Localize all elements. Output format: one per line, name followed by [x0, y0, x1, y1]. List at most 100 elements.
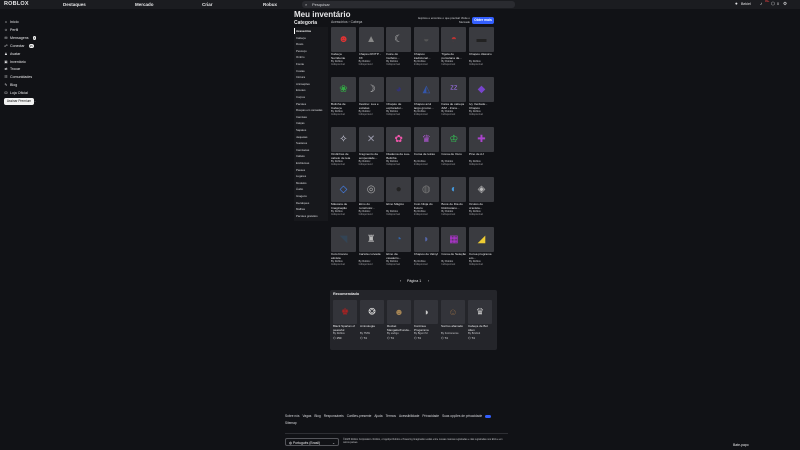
category-item[interactable]: Frente — [296, 62, 304, 66]
inventory-item-card[interactable]: ▬ Chapéu clássico By Roblox Indisponível — [469, 27, 494, 66]
item-name[interactable]: Chapéu ROTP - XX — [359, 53, 384, 60]
item-name[interactable]: Boné de Dia do Robloxiano... — [441, 203, 466, 210]
category-item[interactable]: Sapatos — [296, 128, 306, 132]
item-name[interactable]: Óculos de cravista... — [469, 203, 494, 210]
inventory-item-card[interactable]: ᶻᶻ Faixa de cabeça ZZZ - Zona... By Roblox… — [441, 77, 467, 116]
item-thumbnail[interactable]: ♔ — [441, 127, 467, 152]
premium-button[interactable]: Assinar Premium — [4, 98, 34, 105]
inventory-item-card[interactable]: ◒ Chapéu tradicional... By Roblox Indisponí… — [413, 27, 439, 66]
nav-link-destaques[interactable]: Destaques — [63, 2, 86, 7]
inventory-item-card[interactable]: ◓ Tigela de porcelana da... By Roblox Indis… — [441, 27, 467, 66]
robux-icon[interactable]: ⬡ — [771, 1, 775, 7]
inventory-item-card[interactable]: ◔ Elmo da cavaleiro... By Roblox Indisponív… — [386, 227, 412, 266]
item-name[interactable]: Cartola curvada — [359, 253, 384, 260]
item-name[interactable]: Elmo Mágico — [386, 203, 411, 210]
item-name[interactable]: Faixa de cabeça ZZZ - Zona... — [441, 103, 466, 110]
category-item[interactable]: Pacotes gratuitos — [296, 214, 318, 218]
sidebar-item-home[interactable]: ⌂ Início — [4, 20, 19, 24]
item-thumbnail[interactable]: ✧ — [331, 127, 356, 152]
item-thumbnail[interactable]: ◗ — [413, 227, 439, 252]
inventory-item-card[interactable]: ◎ Elmo do construtor... By Roblox Indisponí… — [358, 177, 384, 216]
recommended-thumbnail[interactable]: ◑ — [414, 300, 438, 324]
notifications-icon[interactable]: ♪ — [760, 1, 762, 6]
breadcrumb-head[interactable]: Cabeça — [351, 20, 363, 24]
recommended-thumbnail[interactable]: ☻ — [387, 300, 411, 324]
sidebar-item-profile[interactable]: ☺ Perfil — [4, 28, 18, 32]
sidebar-item-avatar[interactable]: ♟ Avatar — [4, 52, 20, 56]
item-name[interactable]: Coroa programa em... — [469, 253, 494, 260]
category-item[interactable]: Calças — [296, 121, 305, 125]
search-input[interactable]: Pesquisar — [312, 2, 330, 7]
item-thumbnail[interactable]: ᶻᶻ — [441, 77, 467, 102]
footer-link[interactable]: Blog — [314, 414, 320, 418]
item-name[interactable]: Coroa de Seleção — [441, 253, 466, 260]
inventory-item-card[interactable]: ♜ Cartola curvada By Roblox Indisponível — [358, 227, 384, 266]
nav-link-robux[interactable]: Robux — [263, 2, 277, 7]
search-bar[interactable]: ⌕ Pesquisar — [302, 1, 515, 8]
settings-gear-icon[interactable]: ⚙ — [783, 1, 787, 7]
item-name[interactable]: Cabeça Sorridente — [331, 53, 356, 60]
item-name[interactable]: Fragmento da tempestade... — [359, 153, 384, 160]
footer-link[interactable]: Termos — [386, 414, 396, 418]
item-name[interactable]: Chapéu de Valnyl — [414, 253, 439, 260]
recommended-thumbnail[interactable]: ♛ — [468, 300, 492, 324]
footer-link[interactable]: Acessibilidade — [399, 414, 419, 418]
inventory-item-card[interactable]: ◕ Chapéu de explorador... By Roblox Indispo… — [386, 77, 412, 116]
category-item[interactable]: Jaquetas — [296, 135, 307, 139]
get-more-button[interactable]: Obter mais — [472, 17, 494, 24]
inventory-item-card[interactable]: ◭ Chapéu azul largo gnomo... By Roblox Indi… — [413, 77, 439, 116]
category-item[interactable]: Emotes — [296, 88, 305, 92]
item-thumbnail[interactable]: ● — [386, 177, 412, 202]
item-name[interactable]: Bolinha de Cabeça — [331, 103, 356, 110]
footer-link[interactable]: Vagas — [303, 414, 312, 418]
recommended-item-name[interactable]: Cabeça de Bot Alien — [468, 325, 492, 332]
item-thumbnail[interactable]: ✿ — [386, 127, 412, 152]
item-thumbnail[interactable]: ☽ — [358, 77, 384, 102]
item-thumbnail[interactable]: ♛ — [413, 127, 439, 152]
item-thumbnail[interactable]: ◭ — [413, 77, 439, 102]
breadcrumb-accessories[interactable]: Acessórios — [331, 20, 348, 24]
category-item[interactable]: Passes — [296, 168, 305, 172]
sidebar-item-messages[interactable]: ✉ Mensagens 4 — [4, 35, 37, 40]
inventory-item-card[interactable]: ◢ Coroa programa em... By Roblox Indisponív… — [469, 227, 494, 266]
recommended-item-name[interactable]: Kontinua Progamma — [414, 325, 438, 332]
category-item[interactable]: Áudio — [296, 187, 303, 191]
inventory-item-card[interactable]: ◈ Óculos de cravista... By Roblox Indisponí… — [469, 177, 494, 216]
recommended-item-card[interactable]: ♚ Black Spartan of peaceful By Roblox ⬡ 150 — [333, 300, 357, 340]
footer-link[interactable]: Ajuda — [374, 414, 382, 418]
category-item[interactable]: Camisetas — [296, 148, 309, 152]
category-item[interactable]: Malhas — [296, 207, 305, 211]
item-name[interactable]: Chapéu de explorador... — [386, 103, 411, 110]
recommended-item-name[interactable]: Aminologia — [360, 325, 384, 332]
recommended-item-card[interactable]: ◑ Kontinua Progamma By Bgum7d ⬡ 74 — [414, 300, 438, 340]
footer-link[interactable]: Cartões-presente — [347, 414, 372, 418]
category-item[interactable]: Cabelo — [296, 154, 305, 158]
category-item[interactable]: Pescoço — [296, 49, 307, 53]
inventory-item-card[interactable]: ▲ Chapéu ROTP - XX By Roblox Indisponível — [358, 27, 384, 66]
footer-link[interactable]: Sobre nós — [285, 414, 300, 418]
username-label[interactable]: Bekiel — [741, 2, 751, 6]
recommended-item-creator[interactable]: By Roblox — [333, 332, 357, 335]
recommended-item-name[interactable]: Black Spartan of peaceful — [333, 325, 357, 332]
category-item[interactable]: Roupas em camadas — [296, 108, 322, 112]
recommended-item-name[interactable]: Sorriso afamado — [441, 325, 465, 332]
item-thumbnail[interactable]: ◓ — [441, 27, 467, 52]
item-thumbnail[interactable]: ◔ — [386, 227, 412, 252]
item-name[interactable]: Coroa de Ouro — [441, 153, 466, 160]
inventory-item-card[interactable]: ♔ Coroa de Ouro By Roblox Indisponível — [441, 127, 467, 166]
inventory-item-card[interactable]: ◐ Boné de Dia do Robloxiano... By Roblox In… — [441, 177, 467, 216]
language-selector[interactable]: ◍ Português (Brasil) ⌄ — [285, 438, 339, 446]
recommended-item-card[interactable]: ❂ Aminologia By TMW ⬡ 74 — [360, 300, 384, 340]
recommended-item-creator[interactable]: By Bzx1k2 — [468, 332, 492, 335]
chat-button[interactable]: Bate-papo — [733, 443, 749, 447]
category-item[interactable]: Cabeça — [296, 36, 306, 40]
inventory-item-card[interactable]: ✕ Fragmento da tempestade... By Roblox Indi… — [358, 127, 384, 166]
sidebar-item-connect[interactable]: ☍ Conectar 25 — [4, 43, 34, 48]
item-name[interactable]: Foice do Ceifeiro... — [386, 53, 411, 60]
category-item[interactable]: Costas — [296, 69, 305, 73]
recommended-thumbnail[interactable]: ❂ — [360, 300, 384, 324]
category-item[interactable]: Imagens — [296, 194, 307, 198]
item-thumbnail[interactable]: ▦ — [441, 227, 467, 252]
recommended-item-creator[interactable]: By TMW — [360, 332, 384, 335]
sidebar-item-communities[interactable]: ☷ Comunidades — [4, 75, 32, 79]
